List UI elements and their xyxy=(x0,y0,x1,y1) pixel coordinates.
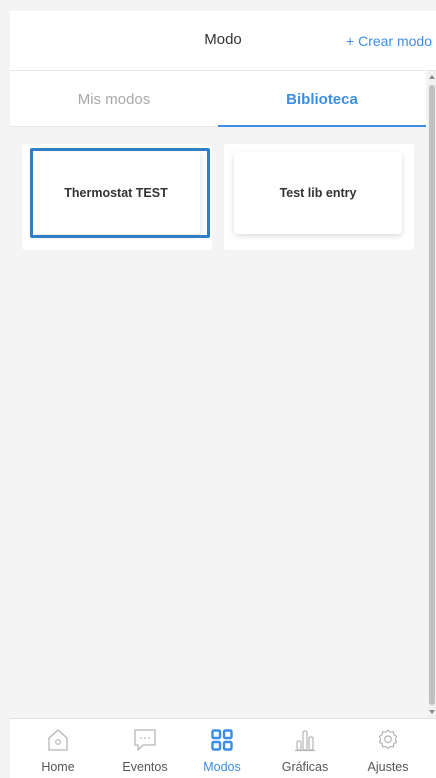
tab-mis-modos[interactable]: Mis modos xyxy=(10,71,218,127)
app-screen: Modo + Crear modo Mis modos Biblioteca T… xyxy=(0,0,436,778)
mode-tabs: Mis modos Biblioteca xyxy=(10,71,426,127)
home-icon xyxy=(48,729,68,751)
nav-home-label: Home xyxy=(41,760,75,774)
nav-ajustes[interactable]: Ajustes xyxy=(348,719,428,778)
mode-card-test-lib-entry[interactable]: Test lib entry xyxy=(234,152,402,234)
active-tab-indicator xyxy=(218,125,426,127)
nav-home[interactable]: Home xyxy=(18,719,98,778)
chat-bubble-icon xyxy=(134,729,156,751)
nav-eventos[interactable]: Eventos xyxy=(105,719,185,778)
nav-modos[interactable]: Modos xyxy=(182,719,262,778)
scroll-up-arrow-icon[interactable] xyxy=(429,75,435,79)
grid-icon xyxy=(211,729,233,751)
mode-card-container: Thermostat TEST xyxy=(22,144,212,250)
library-grid: Thermostat TEST Test lib entry xyxy=(10,128,426,718)
header-bar: Modo + Crear modo xyxy=(10,11,436,71)
nav-modos-label: Modos xyxy=(203,760,241,774)
mode-card-container: Test lib entry xyxy=(224,144,414,250)
create-mode-button[interactable]: + Crear modo xyxy=(346,33,432,49)
bar-chart-icon xyxy=(295,730,315,752)
tab-biblioteca[interactable]: Biblioteca xyxy=(218,71,426,127)
bottom-navigation: Home Eventos Modos Gráficas Ajustes xyxy=(10,718,436,778)
scroll-down-arrow-icon[interactable] xyxy=(429,710,435,714)
scroll-thumb[interactable] xyxy=(429,85,435,705)
nav-eventos-label: Eventos xyxy=(122,760,168,774)
nav-graficas-label: Gráficas xyxy=(281,760,329,774)
mode-card-thermostat-test[interactable]: Thermostat TEST xyxy=(32,152,200,234)
gear-icon xyxy=(378,729,398,750)
vertical-scrollbar[interactable] xyxy=(428,71,436,718)
nav-ajustes-label: Ajustes xyxy=(367,760,409,774)
nav-graficas[interactable]: Gráficas xyxy=(265,719,345,778)
